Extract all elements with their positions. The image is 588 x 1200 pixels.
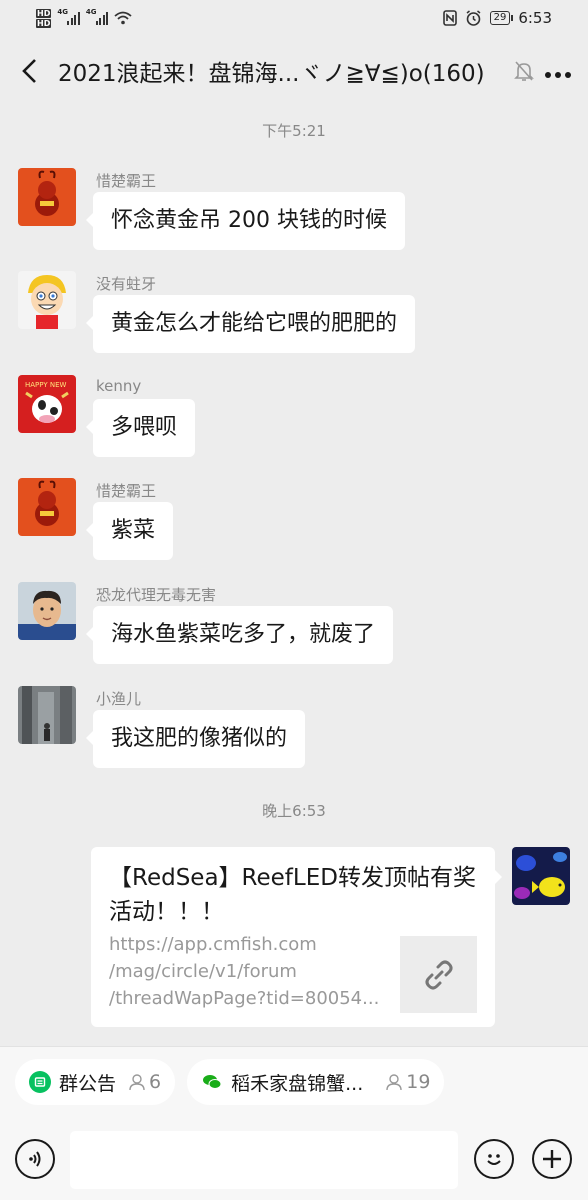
sender-name: 惜楚霸王: [96, 482, 157, 500]
more-icon: [545, 72, 571, 78]
emoji-button[interactable]: [474, 1139, 514, 1179]
plus-icon: [543, 1150, 561, 1168]
alarm-icon: [466, 9, 481, 26]
chip-count: 19: [406, 1071, 431, 1093]
link-thumbnail: [400, 936, 477, 1013]
avatar[interactable]: [18, 582, 76, 640]
sender-name: 惜楚霸王: [96, 172, 157, 190]
chip-label: 群公告: [59, 1072, 117, 1095]
avatar[interactable]: [18, 686, 76, 744]
wifi-icon: [114, 11, 132, 25]
bell-off-icon: [514, 61, 534, 81]
person-icon: [386, 1074, 402, 1091]
emoji-icon: [487, 1154, 501, 1165]
chevron-left-icon: [22, 59, 36, 83]
status-bar: HD HD 4G 4G 29 6:53: [0, 0, 588, 36]
chat-title: 2021浪起来！盘锦海...ヾノ≧∀≦)o(160): [58, 61, 485, 87]
voice-button[interactable]: [15, 1139, 55, 1179]
clock: 6:53: [518, 9, 552, 27]
group-notice-chip[interactable]: 群公告 6: [15, 1059, 176, 1105]
sender-name: 小渔儿: [96, 690, 142, 708]
time-separator: 下午5:21: [262, 122, 326, 140]
chat-header: 2021浪起来！盘锦海...ヾノ≧∀≦)o(160): [0, 36, 588, 106]
chat-icon: [201, 1071, 224, 1093]
back-button[interactable]: [14, 51, 44, 91]
sender-name: 恐龙代理无毒无害: [96, 586, 217, 604]
message-bubble[interactable]: 紫菜: [85, 502, 174, 560]
sender-name: kenny: [96, 377, 142, 395]
my-avatar[interactable]: [512, 847, 570, 905]
message-input[interactable]: [70, 1131, 458, 1189]
svg-text:HAPPY NEW: HAPPY NEW: [25, 381, 67, 389]
voice-icon: [29, 1151, 41, 1167]
message-bubble[interactable]: 黄金怎么才能给它喂的肥肥的: [85, 295, 416, 353]
message-bubble[interactable]: 我这肥的像猪似的: [85, 710, 306, 768]
notice-icon: [29, 1071, 51, 1093]
link-icon: [425, 960, 452, 989]
group-app-chip[interactable]: 稻禾家盘锦蟹... 19: [187, 1059, 445, 1105]
avatar[interactable]: [18, 271, 76, 329]
link-card-message[interactable]: 【RedSea】ReefLED转发顶帖有奖活动！！！ https://app.c…: [91, 847, 502, 1027]
sender-name: 没有蛀牙: [96, 275, 157, 293]
message-bubble[interactable]: 海水鱼紫菜吃多了，就废了: [85, 606, 394, 664]
signal-icon: 4G: [86, 8, 109, 25]
time-separator: 晚上6:53: [262, 802, 326, 820]
message-bubble[interactable]: 多喂呗: [85, 399, 196, 457]
chip-label: 稻禾家盘锦蟹...: [231, 1072, 364, 1095]
signal-icon: 4G: [57, 8, 80, 25]
person-icon: [129, 1074, 145, 1091]
avatar[interactable]: [18, 478, 76, 536]
more-functions-button[interactable]: [532, 1139, 572, 1179]
avatar[interactable]: HAPPY NEW: [18, 375, 76, 433]
message-bubble[interactable]: 怀念黄金吊 200 块钱的时候: [86, 192, 405, 250]
more-options-button[interactable]: [542, 61, 574, 81]
link-title: 【RedSea】ReefLED转发顶帖有奖活动！！！: [109, 865, 476, 925]
chip-count: 6: [149, 1071, 162, 1093]
battery-icon: 29: [489, 11, 514, 25]
hd-icon: HD HD: [36, 8, 52, 28]
nfc-icon: [442, 10, 457, 26]
avatar[interactable]: [18, 168, 76, 226]
bottom-bar: 群公告 6 稻禾家盘锦蟹... 19: [0, 1046, 588, 1200]
mute-indicator: [512, 56, 536, 86]
link-url: https://app.cmfish.com /mag/circle/v1/fo…: [109, 934, 380, 1009]
